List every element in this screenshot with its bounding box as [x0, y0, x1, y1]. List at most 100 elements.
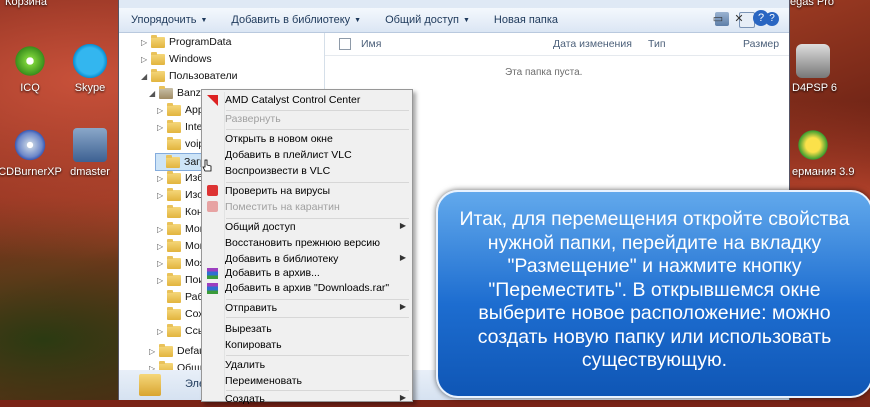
menu-item-add-to-library[interactable]: Добавить в библиотеку: [225, 252, 338, 267]
menu-separator: [226, 218, 409, 219]
tree-item-downloads-selected[interactable]: Загр: [155, 153, 207, 171]
folder-icon: [167, 119, 181, 133]
skype-icon: [73, 44, 107, 78]
menu-item-amd-catalyst[interactable]: AMD Catalyst Control Center: [225, 93, 360, 108]
folder-icon: [159, 343, 173, 357]
menu-item-quarantine[interactable]: Поместить на карантин: [225, 200, 340, 215]
psp-desktop-icon[interactable]: D4PSP 6: [792, 44, 864, 94]
expand-arrow-icon[interactable]: ▷: [157, 225, 167, 234]
game-desktop-icon[interactable]: ермания 3.9: [792, 128, 864, 178]
tree-item-label: Windows: [169, 53, 212, 65]
folder-icon: [167, 136, 181, 150]
tree-item[interactable]: voip: [157, 136, 204, 152]
tree-item[interactable]: ▷ Моя: [157, 255, 205, 271]
skype-desktop-icon[interactable]: Skype: [54, 44, 126, 94]
psp-label: D4PSP 6: [792, 82, 838, 94]
column-name[interactable]: Имя: [361, 38, 381, 50]
tree-item[interactable]: ▷ ProgramData: [141, 34, 231, 50]
menu-separator: [226, 110, 409, 111]
new-folder-button[interactable]: Новая папка: [482, 14, 570, 26]
help-button[interactable]: ?: [753, 10, 769, 26]
cd-disc-icon: [13, 128, 47, 162]
folder-icon: [167, 238, 181, 252]
vegas-pro-desktop-icon[interactable]: egas Pro: [790, 0, 862, 8]
view-controls: ?: [715, 12, 789, 28]
column-headers: Имя Дата изменения Тип Размер: [325, 33, 789, 56]
menu-item-scan-viruses[interactable]: Проверить на вирусы: [225, 184, 330, 199]
tree-item[interactable]: ▷ Мои: [157, 221, 206, 237]
icq-flower-icon: [13, 44, 47, 78]
folder-icon: [167, 221, 181, 235]
pictures-folder-icon: [167, 187, 181, 201]
dmaster-desktop-icon[interactable]: dmaster: [54, 128, 126, 178]
submenu-arrow-icon: ▶: [399, 302, 406, 311]
select-all-checkbox[interactable]: [339, 38, 351, 50]
collapse-arrow-icon[interactable]: ◢: [149, 89, 159, 98]
menu-item-play-vlc[interactable]: Воспроизвести в VLC: [225, 164, 330, 179]
expand-arrow-icon[interactable]: ▷: [157, 327, 167, 336]
organize-label: Упорядочить: [131, 14, 197, 26]
menu-item-delete[interactable]: Удалить: [225, 358, 265, 373]
new-folder-label: Новая папка: [493, 14, 559, 26]
menu-separator: [226, 299, 409, 300]
desktop-folder-icon: [167, 289, 181, 303]
search-folder-icon: [167, 272, 181, 286]
menu-separator: [226, 317, 409, 318]
menu-item-add-to-downloads-rar[interactable]: Добавить в архив "Downloads.rar": [225, 281, 389, 296]
menu-item-sharing[interactable]: Общий доступ: [225, 220, 296, 235]
details-folder-icon: [139, 374, 161, 396]
command-bar: Упорядочить ▼ Добавить в библиотеку ▼ Об…: [119, 8, 789, 33]
tree-item[interactable]: ▷ Windows: [141, 51, 212, 67]
menu-item-send-to[interactable]: Отправить: [225, 301, 277, 316]
menu-item-expand[interactable]: Развернуть: [225, 112, 281, 127]
quarantine-icon: [207, 201, 218, 212]
tree-item[interactable]: ▷ Defaul: [149, 343, 207, 359]
tree-item[interactable]: Конт: [157, 204, 208, 220]
menu-item-rename[interactable]: Переименовать: [225, 374, 302, 389]
expand-arrow-icon[interactable]: ▷: [149, 347, 159, 356]
tree-item[interactable]: ▷ Intel: [157, 119, 205, 135]
expand-arrow-icon[interactable]: ▷: [157, 106, 167, 115]
recycle-bin-label: Корзина: [5, 0, 47, 8]
expand-arrow-icon[interactable]: ▷: [157, 259, 167, 268]
submenu-arrow-icon: ▶: [399, 253, 406, 262]
empty-folder-message: Эта папка пуста.: [505, 67, 583, 78]
menu-separator: [226, 129, 409, 130]
dmaster-download-icon: [73, 128, 107, 162]
maximize-button[interactable]: ▭: [710, 10, 726, 26]
collapse-arrow-icon[interactable]: ◢: [141, 72, 151, 81]
menu-item-cut[interactable]: Вырезать: [225, 322, 272, 337]
menu-separator: [226, 355, 409, 356]
instruction-callout: Итак, для перемещения откройте свойства …: [436, 190, 870, 398]
links-folder-icon: [167, 323, 181, 337]
expand-arrow-icon[interactable]: ▷: [157, 276, 167, 285]
close-button[interactable]: ✕: [731, 10, 747, 26]
column-size[interactable]: Размер: [743, 38, 779, 50]
expand-arrow-icon[interactable]: ▷: [157, 123, 167, 132]
expand-arrow-icon[interactable]: ▷: [157, 174, 167, 183]
chevron-down-icon: ▼: [200, 16, 208, 24]
expand-arrow-icon[interactable]: ▷: [141, 38, 151, 47]
winrar-icon: [207, 268, 218, 279]
menu-separator: [226, 390, 409, 391]
column-date-modified[interactable]: Дата изменения: [553, 38, 632, 50]
menu-item-add-vlc-playlist[interactable]: Добавить в плейлист VLC: [225, 148, 352, 163]
add-to-library-button[interactable]: Добавить в библиотеку ▼: [219, 14, 373, 26]
chevron-down-icon: ▼: [354, 16, 362, 24]
folder-icon: [151, 68, 165, 82]
menu-item-add-to-archive[interactable]: Добавить в архив...: [225, 266, 320, 281]
organize-button[interactable]: Упорядочить ▼: [119, 14, 219, 26]
expand-arrow-icon[interactable]: ▷: [157, 242, 167, 251]
tree-item[interactable]: ▷ Мои: [157, 238, 206, 254]
folder-icon: [151, 34, 165, 48]
menu-item-open-new-window[interactable]: Открыть в новом окне: [225, 132, 333, 147]
column-type[interactable]: Тип: [648, 38, 666, 50]
recycle-bin-icon[interactable]: Корзина: [0, 0, 62, 8]
folder-icon: [151, 51, 165, 65]
share-button[interactable]: Общий доступ ▼: [373, 14, 482, 26]
tree-item[interactable]: ◢ Пользователи: [141, 68, 238, 84]
expand-arrow-icon[interactable]: ▷: [141, 55, 151, 64]
menu-item-copy[interactable]: Копировать: [225, 338, 282, 353]
menu-item-restore-version[interactable]: Восстановить прежнюю версию: [225, 236, 380, 251]
expand-arrow-icon[interactable]: ▷: [157, 191, 167, 200]
